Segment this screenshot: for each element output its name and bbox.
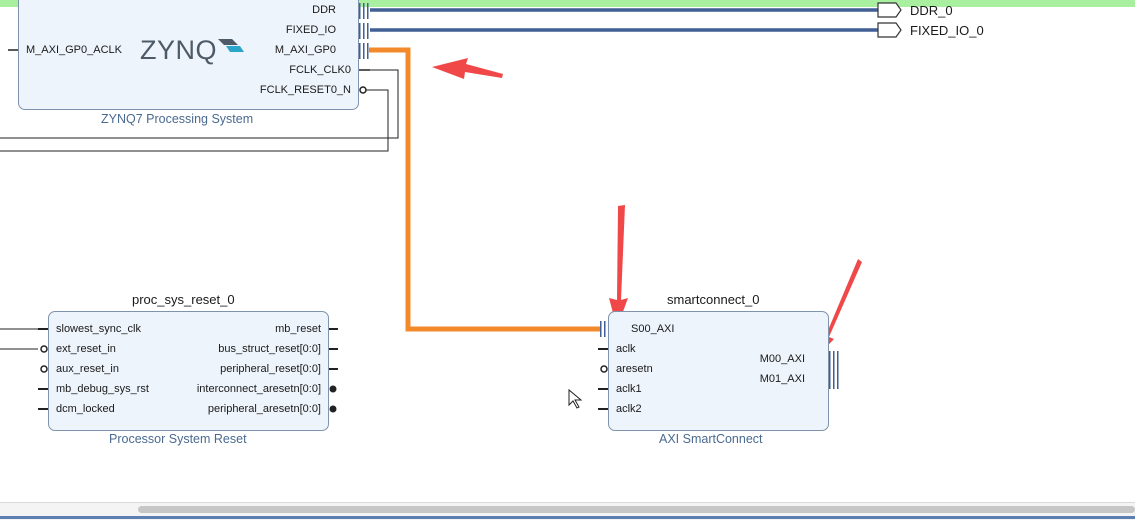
sc-port-aclk2: aclk2 [616,403,642,415]
proc-sys-reset-subtitle: Processor System Reset [109,432,247,446]
psr-port-aux-reset-in: aux_reset_in [56,363,119,375]
psr-port-interconnect-aresetn: interconnect_aresetn[0:0] [196,383,321,395]
sc-port-m01-axi: M01_AXI [759,373,805,385]
annotation-arrow-1 [432,58,503,79]
sc-port-aresetn: aresetn [616,363,653,375]
mouse-cursor-icon [568,388,583,409]
zynq-port-m-axi-gp0: M_AXI_GP0 [274,44,336,56]
zynq-port-fixed-io: FIXED_IO [285,24,336,36]
zynq-logo-swoosh-icon [218,39,244,52]
psr-port-ext-reset-in: ext_reset_in [56,343,116,355]
fixed-io-0-port-shape[interactable] [877,22,902,38]
psr-port-bus-struct-reset: bus_struct_reset[0:0] [218,343,321,355]
zynq-logo-icon: ZYNQ [140,35,218,65]
zynq-bus-connectors [359,3,369,59]
psr-port-mb-reset: mb_reset [275,323,321,335]
zynq-port-ddr: DDR [312,4,336,16]
zynq-block-subtitle: ZYNQ7 Processing System [101,112,254,126]
smartconnect-subtitle: AXI SmartConnect [659,432,763,446]
psr-port-peripheral-aresetn: peripheral_aresetn[0:0] [207,403,321,415]
zynq-port-fclk-reset0-n: FCLK_RESET0_N [259,84,351,96]
psr-port-slowest-sync-clk: slowest_sync_clk [56,323,141,335]
zynq-left-port-label: M_AXI_GP0_ACLK [26,44,122,56]
m-axi-connectors [829,351,839,389]
psr-port-mb-debug-sys-rst: mb_debug_sys_rst [56,383,149,395]
psr-port-peripheral-reset: peripheral_reset[0:0] [220,363,321,375]
fclk-reset-pin[interactable] [359,86,367,94]
external-port-fixed-io-0[interactable]: FIXED_IO_0 [910,23,984,38]
sc-port-aclk: aclk [616,343,636,355]
proc-sys-reset-title: proc_sys_reset_0 [132,292,235,307]
s00-axi-connector [600,321,606,337]
sc-port-m00-axi: M00_AXI [759,353,805,365]
ddr-0-port-shape[interactable] [877,2,902,18]
psr-port-dcm-locked: dcm_locked [56,403,115,415]
axi-gp0-wire[interactable] [369,47,600,332]
sc-port-s00-axi: S00_AXI [631,323,675,335]
smartconnect-title: smartconnect_0 [667,292,760,307]
zynq-port-fclk-clk0: FCLK_CLK0 [289,64,351,76]
horizontal-scrollbar-thumb[interactable] [138,506,1135,513]
external-port-ddr-0[interactable]: DDR_0 [910,3,953,18]
annotation-arrow-2 [609,205,628,328]
sc-port-aclk1: aclk1 [616,383,642,395]
